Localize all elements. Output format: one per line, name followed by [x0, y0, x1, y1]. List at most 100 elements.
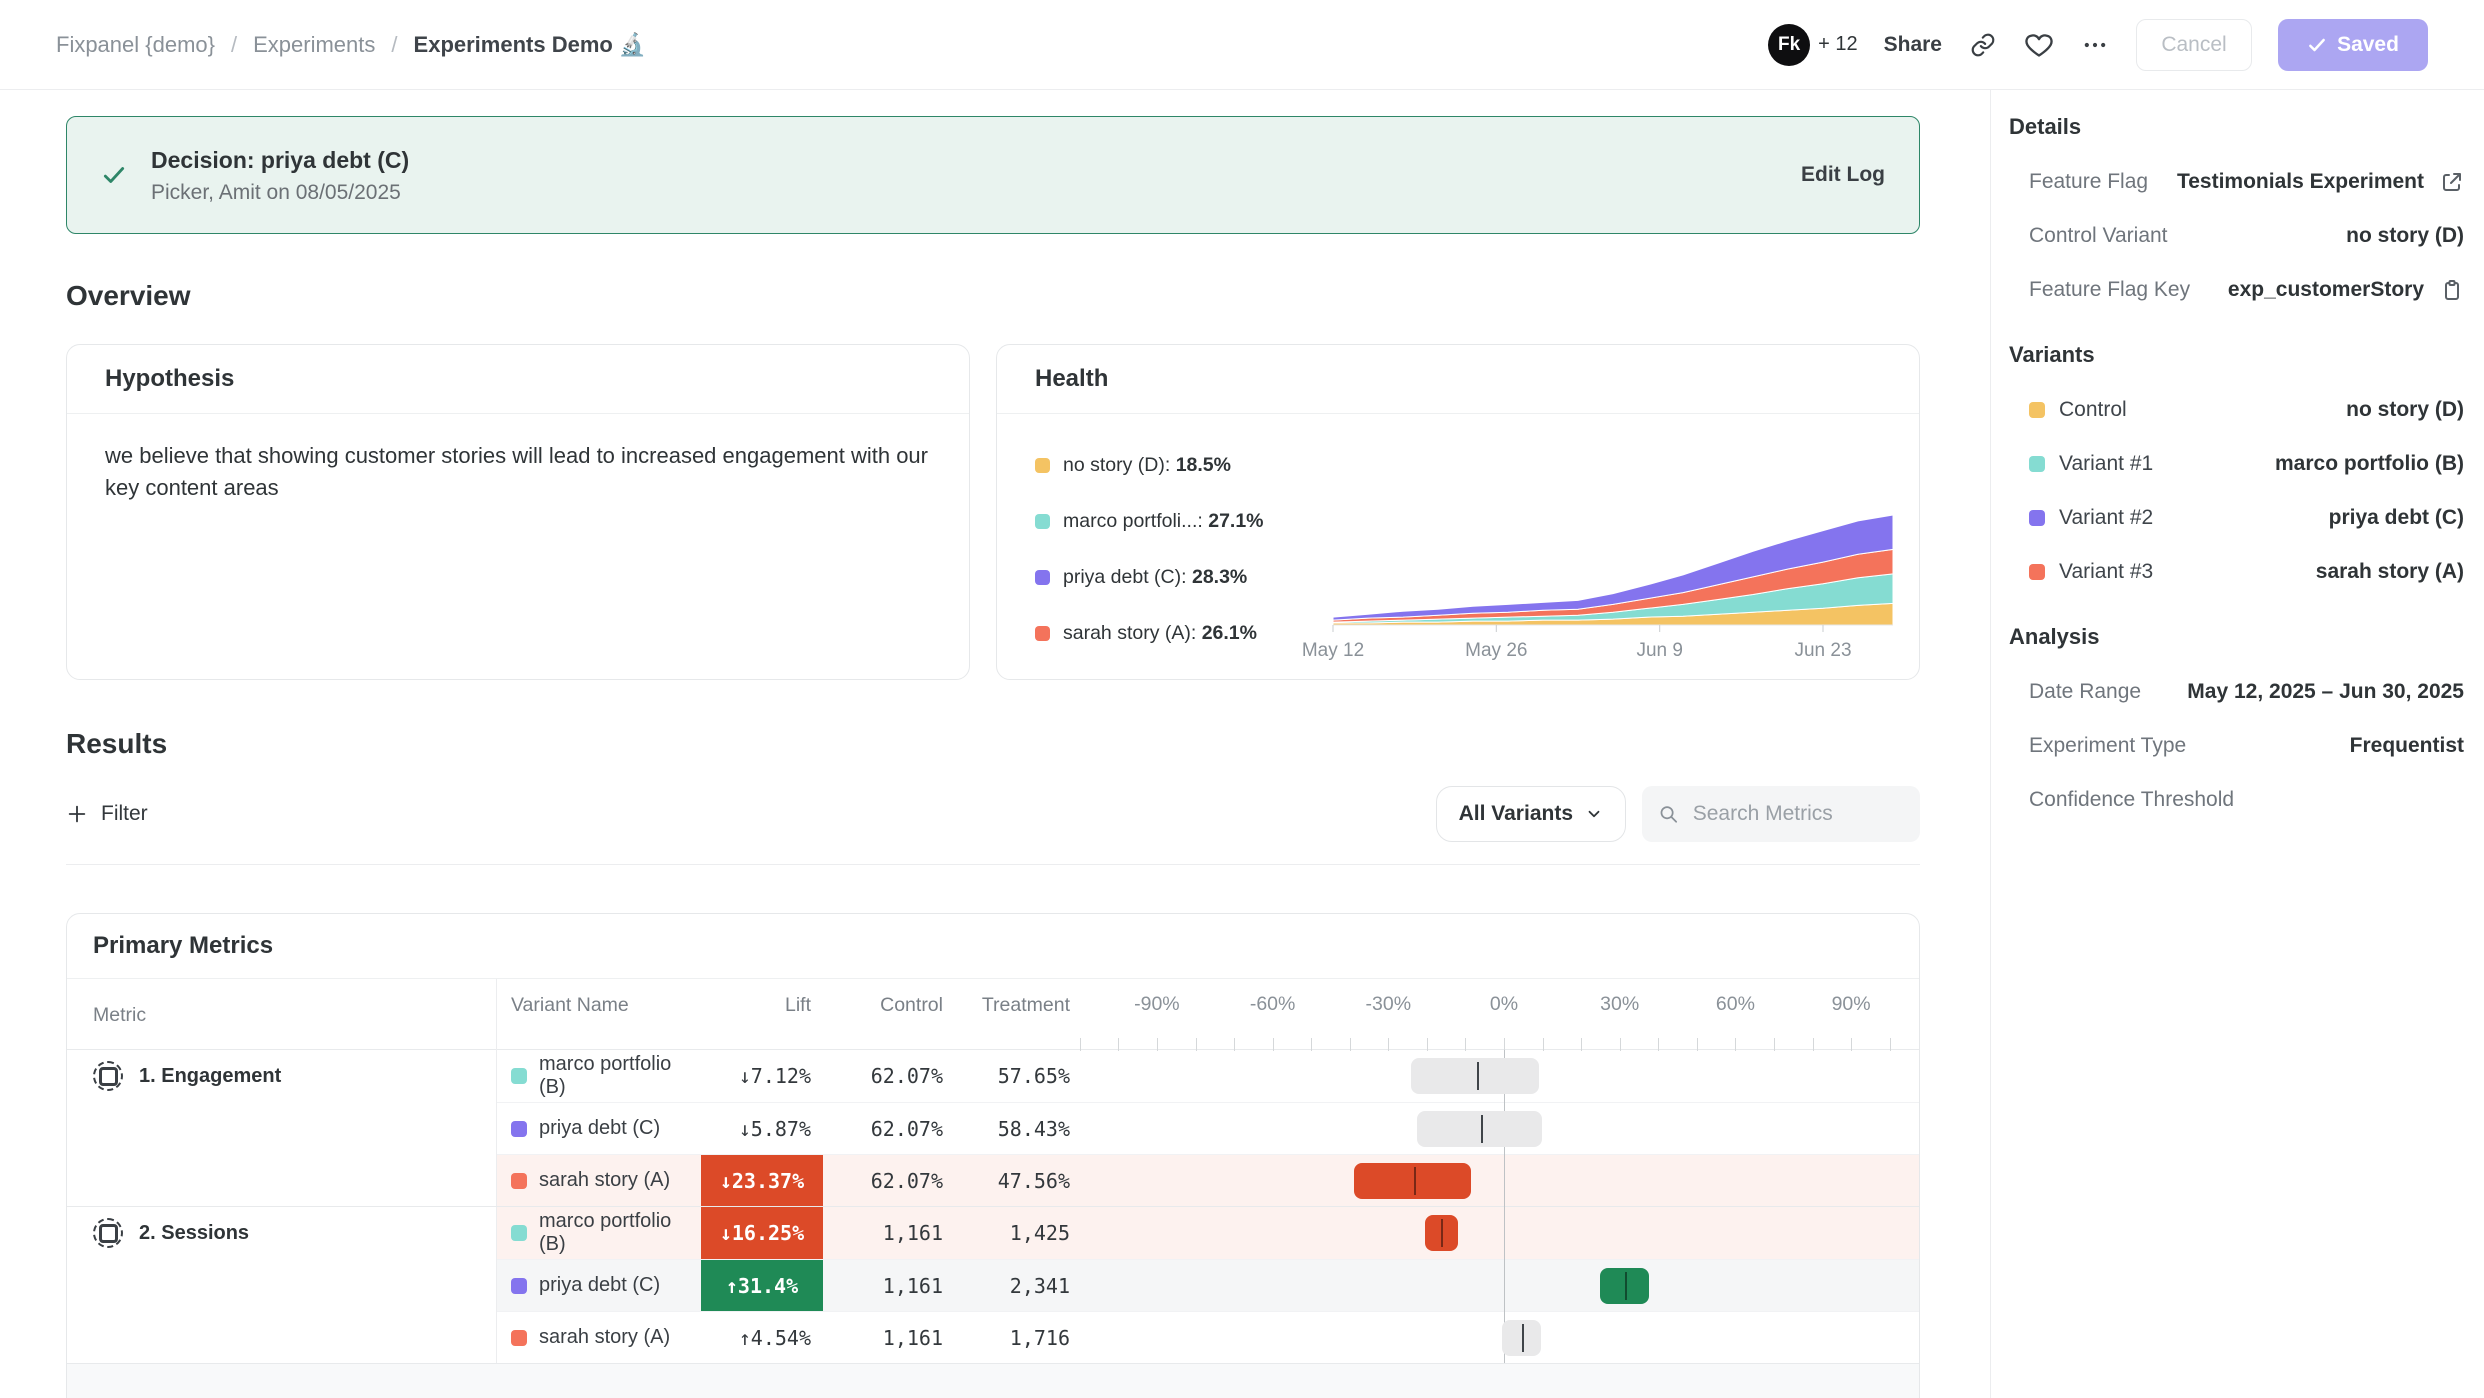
- date-range-row: Date Range May 12, 2025 – Jun 30, 2025: [2009, 680, 2464, 704]
- treatment-value: 58.43%: [951, 1103, 1078, 1154]
- confidence-threshold-label: Confidence Threshold: [2029, 788, 2234, 812]
- metric-goal-icon: [93, 1218, 123, 1248]
- variants-dropdown[interactable]: All Variants: [1436, 786, 1626, 842]
- median-line: [1441, 1219, 1443, 1247]
- legend-swatch: [1035, 570, 1050, 585]
- legend-swatch: [1035, 514, 1050, 529]
- feature-flag-row: Feature Flag Testimonials Experiment: [2009, 170, 2464, 194]
- variant-name-cell: priya debt (C): [497, 1260, 701, 1311]
- metric-variant-row[interactable]: marco portfolio (B)↓7.12%62.07%57.65%: [497, 1050, 1919, 1102]
- control-value: 1,161: [823, 1207, 951, 1259]
- control-value: 1,161: [823, 1312, 951, 1363]
- zero-baseline: [1504, 1050, 1505, 1363]
- clipboard-copy-icon[interactable]: [2424, 278, 2464, 302]
- metric-variant-row[interactable]: priya debt (C)↑31.4%1,1612,341: [497, 1259, 1919, 1311]
- variant-row: Variant #1marco portfolio (B): [2009, 452, 2464, 476]
- metric-group: 1. Engagement marco portfolio (B)↓7.12%62…: [67, 1050, 1919, 1206]
- metric-variant-row[interactable]: sarah story (A)↓23.37%62.07%47.56%: [497, 1154, 1919, 1206]
- legend-label: priya debt (C): 28.3%: [1063, 566, 1247, 589]
- add-filter-button[interactable]: Filter: [66, 802, 148, 826]
- lift-value: ↓7.12%: [701, 1050, 823, 1102]
- breadcrumb-current: Experiments Demo 🔬: [414, 32, 647, 58]
- treatment-value: 47.56%: [951, 1155, 1078, 1206]
- variants-section: Variants Controlno story (D) Variant #1ma…: [2009, 342, 2464, 584]
- results-heading: Results: [66, 728, 1920, 760]
- feature-flag-key-row: Feature Flag Key exp_customerStory: [2009, 278, 2464, 302]
- confidence-interval-cell: [1078, 1312, 1919, 1363]
- control-variant-label: Control Variant: [2029, 224, 2168, 248]
- legend-swatch: [1035, 458, 1050, 473]
- copy-link-icon[interactable]: [1968, 30, 1998, 60]
- variant-row: Controlno story (D): [2009, 398, 2464, 422]
- favorite-heart-icon[interactable]: [2024, 30, 2054, 60]
- avatar[interactable]: Fk: [1768, 24, 1810, 66]
- axis-tick-label: 90%: [1832, 993, 1871, 1016]
- lift-value: ↑4.54%: [701, 1312, 823, 1363]
- variant-swatch: [511, 1068, 527, 1084]
- saved-label: Saved: [2337, 33, 2399, 57]
- table-column-header: Metric Variant Name Lift Control Treatme…: [67, 978, 1919, 1050]
- feature-flag-value[interactable]: Testimonials Experiment: [2177, 170, 2424, 194]
- health-card: Health no story (D): 18.5%marco portfoli…: [996, 344, 1920, 680]
- saved-button[interactable]: Saved: [2278, 19, 2428, 71]
- feature-flag-key-label: Feature Flag Key: [2029, 278, 2190, 302]
- filter-label: Filter: [101, 802, 148, 826]
- metric-name-cell[interactable]: 1. Engagement: [67, 1050, 497, 1102]
- axis-tick-label: -90%: [1134, 993, 1180, 1016]
- health-title: Health: [997, 345, 1919, 414]
- column-control: Control: [823, 979, 951, 1031]
- axis-tick-label: 0%: [1490, 993, 1518, 1016]
- lift-chip: ↓23.37%: [701, 1155, 823, 1206]
- metrics-groups: 1. Engagement marco portfolio (B)↓7.12%62…: [67, 1050, 1919, 1363]
- analysis-section: Analysis Date Range May 12, 2025 – Jun 3…: [2009, 624, 2464, 812]
- median-line: [1625, 1272, 1627, 1300]
- variant-swatch: [511, 1173, 527, 1189]
- metric-variant-row[interactable]: priya debt (C)↓5.87%62.07%58.43%: [497, 1102, 1919, 1154]
- divider: [66, 864, 1920, 865]
- decision-banner: Decision: priya debt (C) Picker, Amit on…: [66, 116, 1920, 234]
- metric-variant-row[interactable]: sarah story (A)↑4.54%1,1611,716: [497, 1311, 1919, 1363]
- add-metric-button[interactable]: Add: [67, 1363, 1919, 1398]
- column-variant-name: Variant Name: [497, 979, 701, 1031]
- share-button[interactable]: Share: [1884, 33, 1942, 57]
- legend-item: sarah story (A): 26.1%: [1035, 622, 1333, 645]
- edit-log-button[interactable]: Edit Log: [1801, 163, 1885, 187]
- analysis-heading: Analysis: [2009, 624, 2464, 650]
- variant-value: sarah story (A): [2316, 560, 2464, 584]
- variants-dropdown-label: All Variants: [1459, 802, 1573, 826]
- health-exposure-chart: May 12May 26Jun 9Jun 23: [1333, 432, 1893, 665]
- median-line: [1477, 1062, 1479, 1090]
- variant-swatch: [511, 1278, 527, 1294]
- axis-tick-label: 60%: [1716, 993, 1755, 1016]
- primary-metrics-card: Primary Metrics Metric Variant Name Lift…: [66, 913, 1920, 1398]
- variant-swatch: [2029, 456, 2045, 472]
- confidence-interval-cell: [1078, 1155, 1919, 1206]
- hypothesis-card: Hypothesis we believe that showing custo…: [66, 344, 970, 680]
- experiment-type-value: Frequentist: [2350, 734, 2464, 758]
- date-range-value: May 12, 2025 – Jun 30, 2025: [2187, 680, 2464, 704]
- variant-swatch: [511, 1225, 527, 1241]
- variant-label: Variant #2: [2059, 506, 2153, 530]
- external-link-icon[interactable]: [2424, 170, 2464, 194]
- svg-text:May 26: May 26: [1465, 640, 1527, 661]
- search-metrics-input[interactable]: [1691, 801, 1904, 827]
- metric-name-cell[interactable]: 2. Sessions: [67, 1207, 497, 1259]
- metric-variant-row[interactable]: marco portfolio (B)↓16.25%1,1611,425: [497, 1207, 1919, 1259]
- breadcrumb-experiments[interactable]: Experiments: [253, 32, 375, 58]
- search-metrics-box[interactable]: [1642, 786, 1920, 842]
- control-value: 62.07%: [823, 1050, 951, 1102]
- experiment-type-label: Experiment Type: [2029, 734, 2186, 758]
- collaborator-count: + 12: [1818, 33, 1857, 56]
- confidence-interval-cell: [1078, 1050, 1919, 1102]
- more-options-icon[interactable]: [2080, 30, 2110, 60]
- search-icon: [1658, 802, 1679, 826]
- cancel-button[interactable]: Cancel: [2136, 19, 2252, 71]
- variants-heading: Variants: [2009, 342, 2464, 368]
- hypothesis-text: we believe that showing customer stories…: [67, 414, 969, 530]
- collaborators[interactable]: Fk + 12: [1768, 24, 1857, 66]
- confidence-interval-cell: [1078, 1103, 1919, 1154]
- metric-name: 1. Engagement: [139, 1065, 281, 1088]
- breadcrumb-project[interactable]: Fixpanel {demo}: [56, 32, 215, 58]
- metric-group: 2. Sessionsmarco portfolio (B)↓16.25%1,1…: [67, 1206, 1919, 1363]
- variant-swatch: [511, 1121, 527, 1137]
